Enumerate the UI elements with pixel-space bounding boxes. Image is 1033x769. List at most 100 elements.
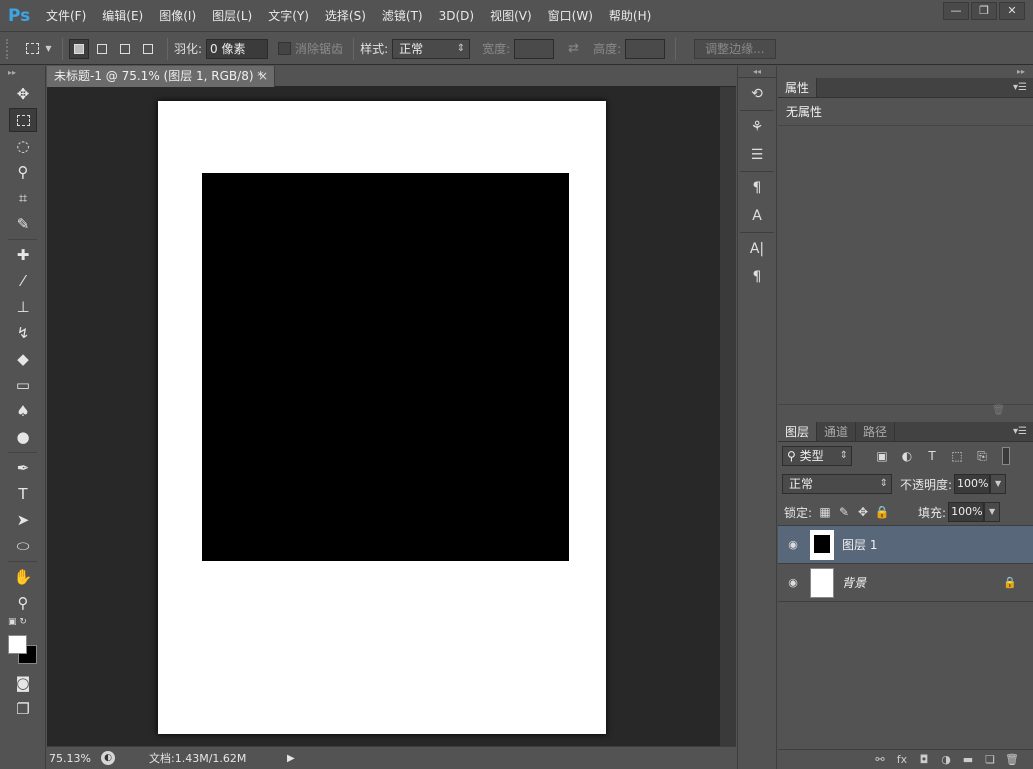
height-input[interactable] — [625, 38, 666, 59]
character-styles-icon[interactable]: A — [744, 204, 770, 228]
brush-tool-icon[interactable]: ⁄ — [9, 269, 37, 293]
panel-menu-icon[interactable]: ▾☰ — [1013, 78, 1027, 98]
quick-mask-icon[interactable]: ◙ — [9, 671, 37, 695]
lasso-tool-icon[interactable]: ◌ — [9, 134, 37, 158]
tool-preset-picker[interactable]: ▼ — [22, 38, 56, 60]
tab-layers[interactable]: 图层 — [778, 422, 818, 441]
lock-transparent-icon[interactable]: ▦ — [817, 505, 833, 519]
blend-mode-select[interactable]: 正常 — [782, 474, 892, 494]
lock-all-icon[interactable]: 🔒 — [874, 505, 890, 519]
screen-mode-icon[interactable]: ❐ — [9, 697, 37, 721]
eraser-tool-icon[interactable]: ◆ — [9, 347, 37, 371]
tab-paths[interactable]: 路径 — [856, 422, 896, 441]
blur-tool-icon[interactable]: ♠ — [9, 399, 37, 423]
paragraph-styles-icon[interactable]: ¶ — [744, 176, 770, 200]
menu-select[interactable]: 选择(S) — [317, 0, 374, 32]
history-panel-icon[interactable]: ⟲ — [744, 82, 770, 106]
menu-image[interactable]: 图像(I) — [151, 0, 204, 32]
filter-adjustment-icon[interactable]: ◐ — [897, 446, 917, 466]
clone-stamp-tool-icon[interactable]: ⊥ — [9, 295, 37, 319]
rect-marquee-tool-icon[interactable] — [9, 108, 37, 132]
filter-smart-object-icon[interactable]: ⎘ — [972, 446, 992, 466]
ellipse-tool-icon[interactable]: ⬭ — [9, 534, 37, 558]
tab-properties[interactable]: 属性 — [778, 78, 818, 97]
pen-tool-icon[interactable]: ✒ — [9, 456, 37, 480]
eye-icon[interactable]: ◉ — [782, 576, 804, 589]
canvas[interactable] — [158, 101, 606, 734]
swap-colors-icon[interactable]: ▣ ↻ — [0, 617, 45, 635]
add-mask-icon[interactable]: ◘ — [913, 753, 935, 766]
filter-kind-select[interactable]: ⚲ 类型 — [782, 446, 852, 466]
add-selection-button[interactable] — [92, 39, 112, 59]
history-brush-tool-icon[interactable]: ↯ — [9, 321, 37, 345]
options-grip[interactable] — [6, 38, 12, 59]
menu-file[interactable]: 文件(F) — [38, 0, 94, 32]
dodge-tool-icon[interactable]: ● — [9, 425, 37, 449]
menu-edit[interactable]: 编辑(E) — [94, 0, 151, 32]
lock-position-icon[interactable]: ✥ — [855, 505, 871, 519]
width-input[interactable] — [514, 38, 555, 59]
brush-presets-icon[interactable]: ☰ — [744, 143, 770, 167]
trash-icon[interactable]: 🗑 — [1001, 753, 1023, 766]
close-button[interactable]: ✕ — [999, 2, 1025, 20]
menu-type[interactable]: 文字(Y) — [260, 0, 317, 32]
trash-icon[interactable]: 🗑 — [992, 405, 1005, 416]
link-layers-icon[interactable]: ⚯ — [869, 753, 891, 766]
layer-1-content[interactable] — [202, 173, 569, 561]
character-panel-icon[interactable]: A| — [744, 237, 770, 261]
minimize-button[interactable]: — — [943, 2, 969, 20]
lock-pixels-icon[interactable]: ✎ — [836, 505, 852, 519]
intersect-selection-button[interactable] — [138, 39, 158, 59]
collapse-icon[interactable]: ▸▸ — [0, 66, 45, 80]
menu-view[interactable]: 视图(V) — [482, 0, 540, 32]
brush-panel-icon[interactable]: ⚘ — [744, 115, 770, 139]
subtract-selection-button[interactable] — [115, 39, 135, 59]
hand-tool-icon[interactable]: ✋ — [9, 565, 37, 589]
collapse-icon[interactable]: ◂◂ — [738, 66, 776, 78]
swap-icon[interactable]: ⇄ — [568, 41, 579, 56]
restore-button[interactable]: ❐ — [971, 2, 997, 20]
tab-channels[interactable]: 通道 — [817, 422, 857, 441]
menu-help[interactable]: 帮助(H) — [601, 0, 659, 32]
status-menu-arrow-icon[interactable]: ▶ — [287, 753, 295, 764]
refine-edge-button[interactable]: 调整边缘... — [694, 38, 776, 59]
style-select[interactable]: 正常 — [392, 38, 471, 59]
vertical-scrollbar[interactable] — [720, 87, 736, 746]
antialias-checkbox[interactable] — [278, 42, 292, 55]
gradient-tool-icon[interactable]: ▭ — [9, 373, 37, 397]
opacity-input[interactable]: 100% — [954, 474, 991, 494]
adjustment-layer-icon[interactable]: ◑ — [935, 753, 957, 766]
close-icon[interactable]: × — [258, 66, 268, 87]
layer-row-background[interactable]: ◉ 背景 🔒 — [778, 564, 1033, 602]
status-info-icon[interactable]: ◐ — [101, 751, 115, 765]
fill-input[interactable]: 100% — [948, 502, 985, 522]
new-group-icon[interactable]: ▬ — [957, 753, 979, 766]
eyedropper-tool-icon[interactable]: ✎ — [9, 212, 37, 236]
menu-3d[interactable]: 3D(D) — [431, 0, 482, 32]
eye-icon[interactable]: ◉ — [782, 538, 804, 551]
filter-type-icon[interactable]: T — [922, 446, 942, 466]
new-selection-button[interactable] — [69, 38, 89, 59]
path-select-tool-icon[interactable]: ➤ — [9, 508, 37, 532]
filter-shape-icon[interactable]: ⬚ — [947, 446, 967, 466]
zoom-tool-icon[interactable]: ⚲ — [9, 591, 37, 615]
canvas-viewport[interactable] — [47, 87, 720, 746]
menu-layer[interactable]: 图层(L) — [204, 0, 260, 32]
opacity-dropdown[interactable]: ▼ — [990, 474, 1007, 494]
new-layer-icon[interactable]: ❏ — [979, 753, 1001, 766]
quick-select-tool-icon[interactable]: ⚲ — [9, 160, 37, 184]
type-tool-icon[interactable]: T — [9, 482, 37, 506]
filter-toggle[interactable] — [1002, 447, 1010, 465]
menu-window[interactable]: 窗口(W) — [540, 0, 601, 32]
menu-filter[interactable]: 滤镜(T) — [374, 0, 431, 32]
healing-brush-tool-icon[interactable]: ✚ — [9, 243, 37, 267]
zoom-level[interactable]: 75.13% — [47, 752, 95, 765]
fx-icon[interactable]: fx — [891, 753, 913, 766]
foreground-color[interactable] — [8, 635, 27, 654]
collapse-icon[interactable]: ▸▸ — [778, 66, 1033, 78]
panel-menu-icon[interactable]: ▾☰ — [1013, 422, 1027, 442]
crop-tool-icon[interactable]: ⌗ — [9, 186, 37, 210]
paragraph-panel-icon[interactable]: ¶ — [744, 265, 770, 289]
color-swatches[interactable] — [8, 635, 38, 665]
document-tab[interactable]: 未标题-1 @ 75.1% (图层 1, RGB/8) * × — [47, 66, 275, 87]
